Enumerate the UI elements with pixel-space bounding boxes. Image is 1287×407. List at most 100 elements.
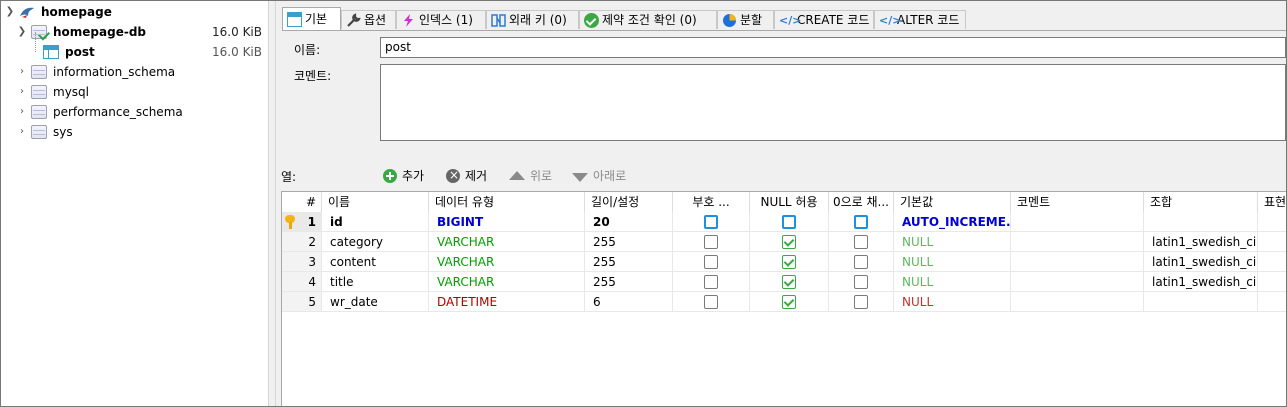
cell-num[interactable]: 4: [282, 272, 322, 292]
cell-name[interactable]: id: [322, 212, 429, 232]
header-default[interactable]: 기본값: [894, 192, 1011, 212]
cell-zerofill[interactable]: [829, 272, 894, 292]
nullable-checkbox[interactable]: [782, 215, 796, 229]
cell-zerofill[interactable]: [829, 252, 894, 272]
pane-splitter[interactable]: [268, 1, 276, 406]
chevron-right-icon[interactable]: ›: [16, 82, 28, 102]
header-length[interactable]: 길이/설정: [585, 192, 673, 212]
tab-options[interactable]: 옵션: [341, 10, 396, 29]
tree-node-sys[interactable]: › sys: [1, 122, 268, 142]
cell-name[interactable]: content: [322, 252, 429, 272]
cell-collation[interactable]: latin1_swedish_ci: [1144, 232, 1258, 252]
table-comment-input[interactable]: [380, 64, 1286, 141]
cell-default[interactable]: AUTO_INCREME...: [894, 212, 1011, 232]
cell-default[interactable]: NULL: [894, 272, 1011, 292]
table-row[interactable]: 1 id BIGINT 20 AUTO_INCREME...: [282, 212, 1286, 232]
nullable-checkbox[interactable]: [782, 235, 796, 249]
tab-partitions[interactable]: 분할: [717, 10, 774, 29]
nullable-checkbox[interactable]: [782, 295, 796, 309]
cell-type[interactable]: VARCHAR: [429, 272, 585, 292]
tab-basic[interactable]: 기본: [282, 7, 341, 30]
cell-comment[interactable]: [1011, 212, 1144, 232]
header-comment[interactable]: 코멘트: [1011, 192, 1144, 212]
tree-node-performance-schema[interactable]: › performance_schema: [1, 102, 268, 122]
cell-collation[interactable]: [1144, 212, 1258, 232]
move-down-button[interactable]: 아래로: [572, 166, 626, 186]
cell-length[interactable]: 255: [585, 272, 673, 292]
nullable-checkbox[interactable]: [782, 275, 796, 289]
tab-foreign-keys[interactable]: 외래 키 (0): [486, 10, 579, 29]
cell-default[interactable]: NULL: [894, 232, 1011, 252]
tree-node-homepage[interactable]: ❯ homepage: [1, 2, 268, 22]
cell-num[interactable]: 5: [282, 292, 322, 312]
header-name[interactable]: 이름: [322, 192, 429, 212]
table-row[interactable]: 2 category VARCHAR 255 NULL latin1_swedish_ci: [282, 232, 1286, 252]
nullable-checkbox[interactable]: [782, 255, 796, 269]
zerofill-checkbox[interactable]: [854, 215, 868, 229]
cell-unsigned[interactable]: [673, 252, 750, 272]
cell-nullable[interactable]: [750, 232, 829, 252]
header-expression[interactable]: 표현: [1258, 192, 1286, 212]
cell-nullable[interactable]: [750, 292, 829, 312]
cell-nullable[interactable]: [750, 212, 829, 232]
tab-alter-code[interactable]: </> ALTER 코드: [874, 10, 966, 29]
cell-comment[interactable]: [1011, 272, 1144, 292]
cell-comment[interactable]: [1011, 252, 1144, 272]
tree-node-homepage-db[interactable]: ❯ homepage-db 16.0 KiB: [1, 22, 268, 42]
header-nullable[interactable]: NULL 허용: [750, 192, 829, 212]
cell-num[interactable]: 3: [282, 252, 322, 272]
cell-name[interactable]: category: [322, 232, 429, 252]
tree-node-post[interactable]: post 16.0 KiB: [1, 32, 268, 62]
cell-type[interactable]: BIGINT: [429, 212, 585, 232]
cell-unsigned[interactable]: [673, 272, 750, 292]
header-collation[interactable]: 조합: [1144, 192, 1258, 212]
header-unsigned[interactable]: 부호 ...: [673, 192, 750, 212]
header-zerofill[interactable]: 0으로 채...: [829, 192, 894, 212]
cell-comment[interactable]: [1011, 292, 1144, 312]
cell-nullable[interactable]: [750, 272, 829, 292]
chevron-down-icon[interactable]: ❯: [16, 22, 28, 42]
chevron-right-icon[interactable]: ›: [16, 102, 28, 122]
cell-unsigned[interactable]: [673, 232, 750, 252]
cell-num[interactable]: 2: [282, 232, 322, 252]
add-column-button[interactable]: 추가: [383, 166, 424, 186]
cell-nullable[interactable]: [750, 252, 829, 272]
cell-expression[interactable]: [1258, 212, 1286, 232]
cell-num[interactable]: 1: [282, 212, 322, 232]
unsigned-checkbox[interactable]: [704, 295, 718, 309]
cell-collation[interactable]: latin1_swedish_ci: [1144, 272, 1258, 292]
cell-zerofill[interactable]: [829, 212, 894, 232]
cell-unsigned[interactable]: [673, 212, 750, 232]
unsigned-checkbox[interactable]: [704, 235, 718, 249]
cell-expression[interactable]: [1258, 292, 1286, 312]
unsigned-checkbox[interactable]: [704, 215, 718, 229]
tab-indexes[interactable]: 인덱스 (1): [396, 10, 486, 29]
table-row[interactable]: 3 content VARCHAR 255 NULL latin1_swedish_ci: [282, 252, 1286, 272]
chevron-right-icon[interactable]: ›: [16, 62, 28, 82]
cell-comment[interactable]: [1011, 232, 1144, 252]
header-num[interactable]: #: [282, 192, 322, 212]
zerofill-checkbox[interactable]: [854, 295, 868, 309]
table-name-input[interactable]: post: [380, 37, 1286, 58]
unsigned-checkbox[interactable]: [704, 255, 718, 269]
cell-type[interactable]: DATETIME: [429, 292, 585, 312]
tab-create-code[interactable]: </> CREATE 코드: [774, 10, 874, 29]
cell-type[interactable]: VARCHAR: [429, 232, 585, 252]
cell-zerofill[interactable]: [829, 292, 894, 312]
unsigned-checkbox[interactable]: [704, 275, 718, 289]
cell-collation[interactable]: latin1_swedish_ci: [1144, 252, 1258, 272]
table-row[interactable]: 5 wr_date DATETIME 6 NULL: [282, 292, 1286, 312]
tree-node-information-schema[interactable]: › information_schema: [1, 62, 268, 82]
zerofill-checkbox[interactable]: [854, 275, 868, 289]
table-row[interactable]: 4 title VARCHAR 255 NULL latin1_swedish_ci: [282, 272, 1286, 292]
zerofill-checkbox[interactable]: [854, 235, 868, 249]
tab-check-constraints[interactable]: 제약 조건 확인 (0): [579, 10, 717, 29]
cell-expression[interactable]: [1258, 232, 1286, 252]
header-type[interactable]: 데이터 유형: [429, 192, 585, 212]
zerofill-checkbox[interactable]: [854, 255, 868, 269]
cell-unsigned[interactable]: [673, 292, 750, 312]
cell-default[interactable]: NULL: [894, 252, 1011, 272]
chevron-down-icon[interactable]: ❯: [4, 2, 16, 22]
cell-collation[interactable]: [1144, 292, 1258, 312]
cell-expression[interactable]: [1258, 272, 1286, 292]
